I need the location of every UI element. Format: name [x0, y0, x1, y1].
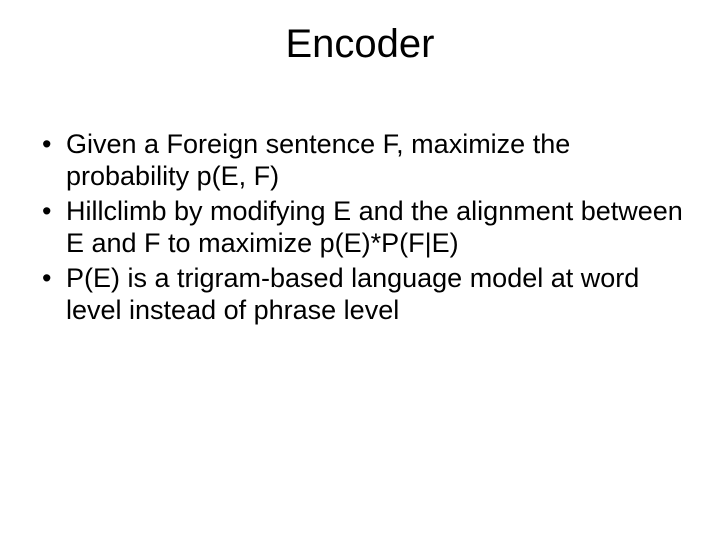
list-item: Given a Foreign sentence F, maximize the… [36, 128, 684, 193]
slide-body: Given a Foreign sentence F, maximize the… [36, 128, 684, 328]
slide: Encoder Given a Foreign sentence F, maxi… [0, 0, 720, 540]
bullet-list: Given a Foreign sentence F, maximize the… [36, 128, 684, 326]
list-item: Hillclimb by modifying E and the alignme… [36, 195, 684, 260]
list-item: P(E) is a trigram-based language model a… [36, 262, 684, 327]
slide-title: Encoder [0, 22, 720, 67]
